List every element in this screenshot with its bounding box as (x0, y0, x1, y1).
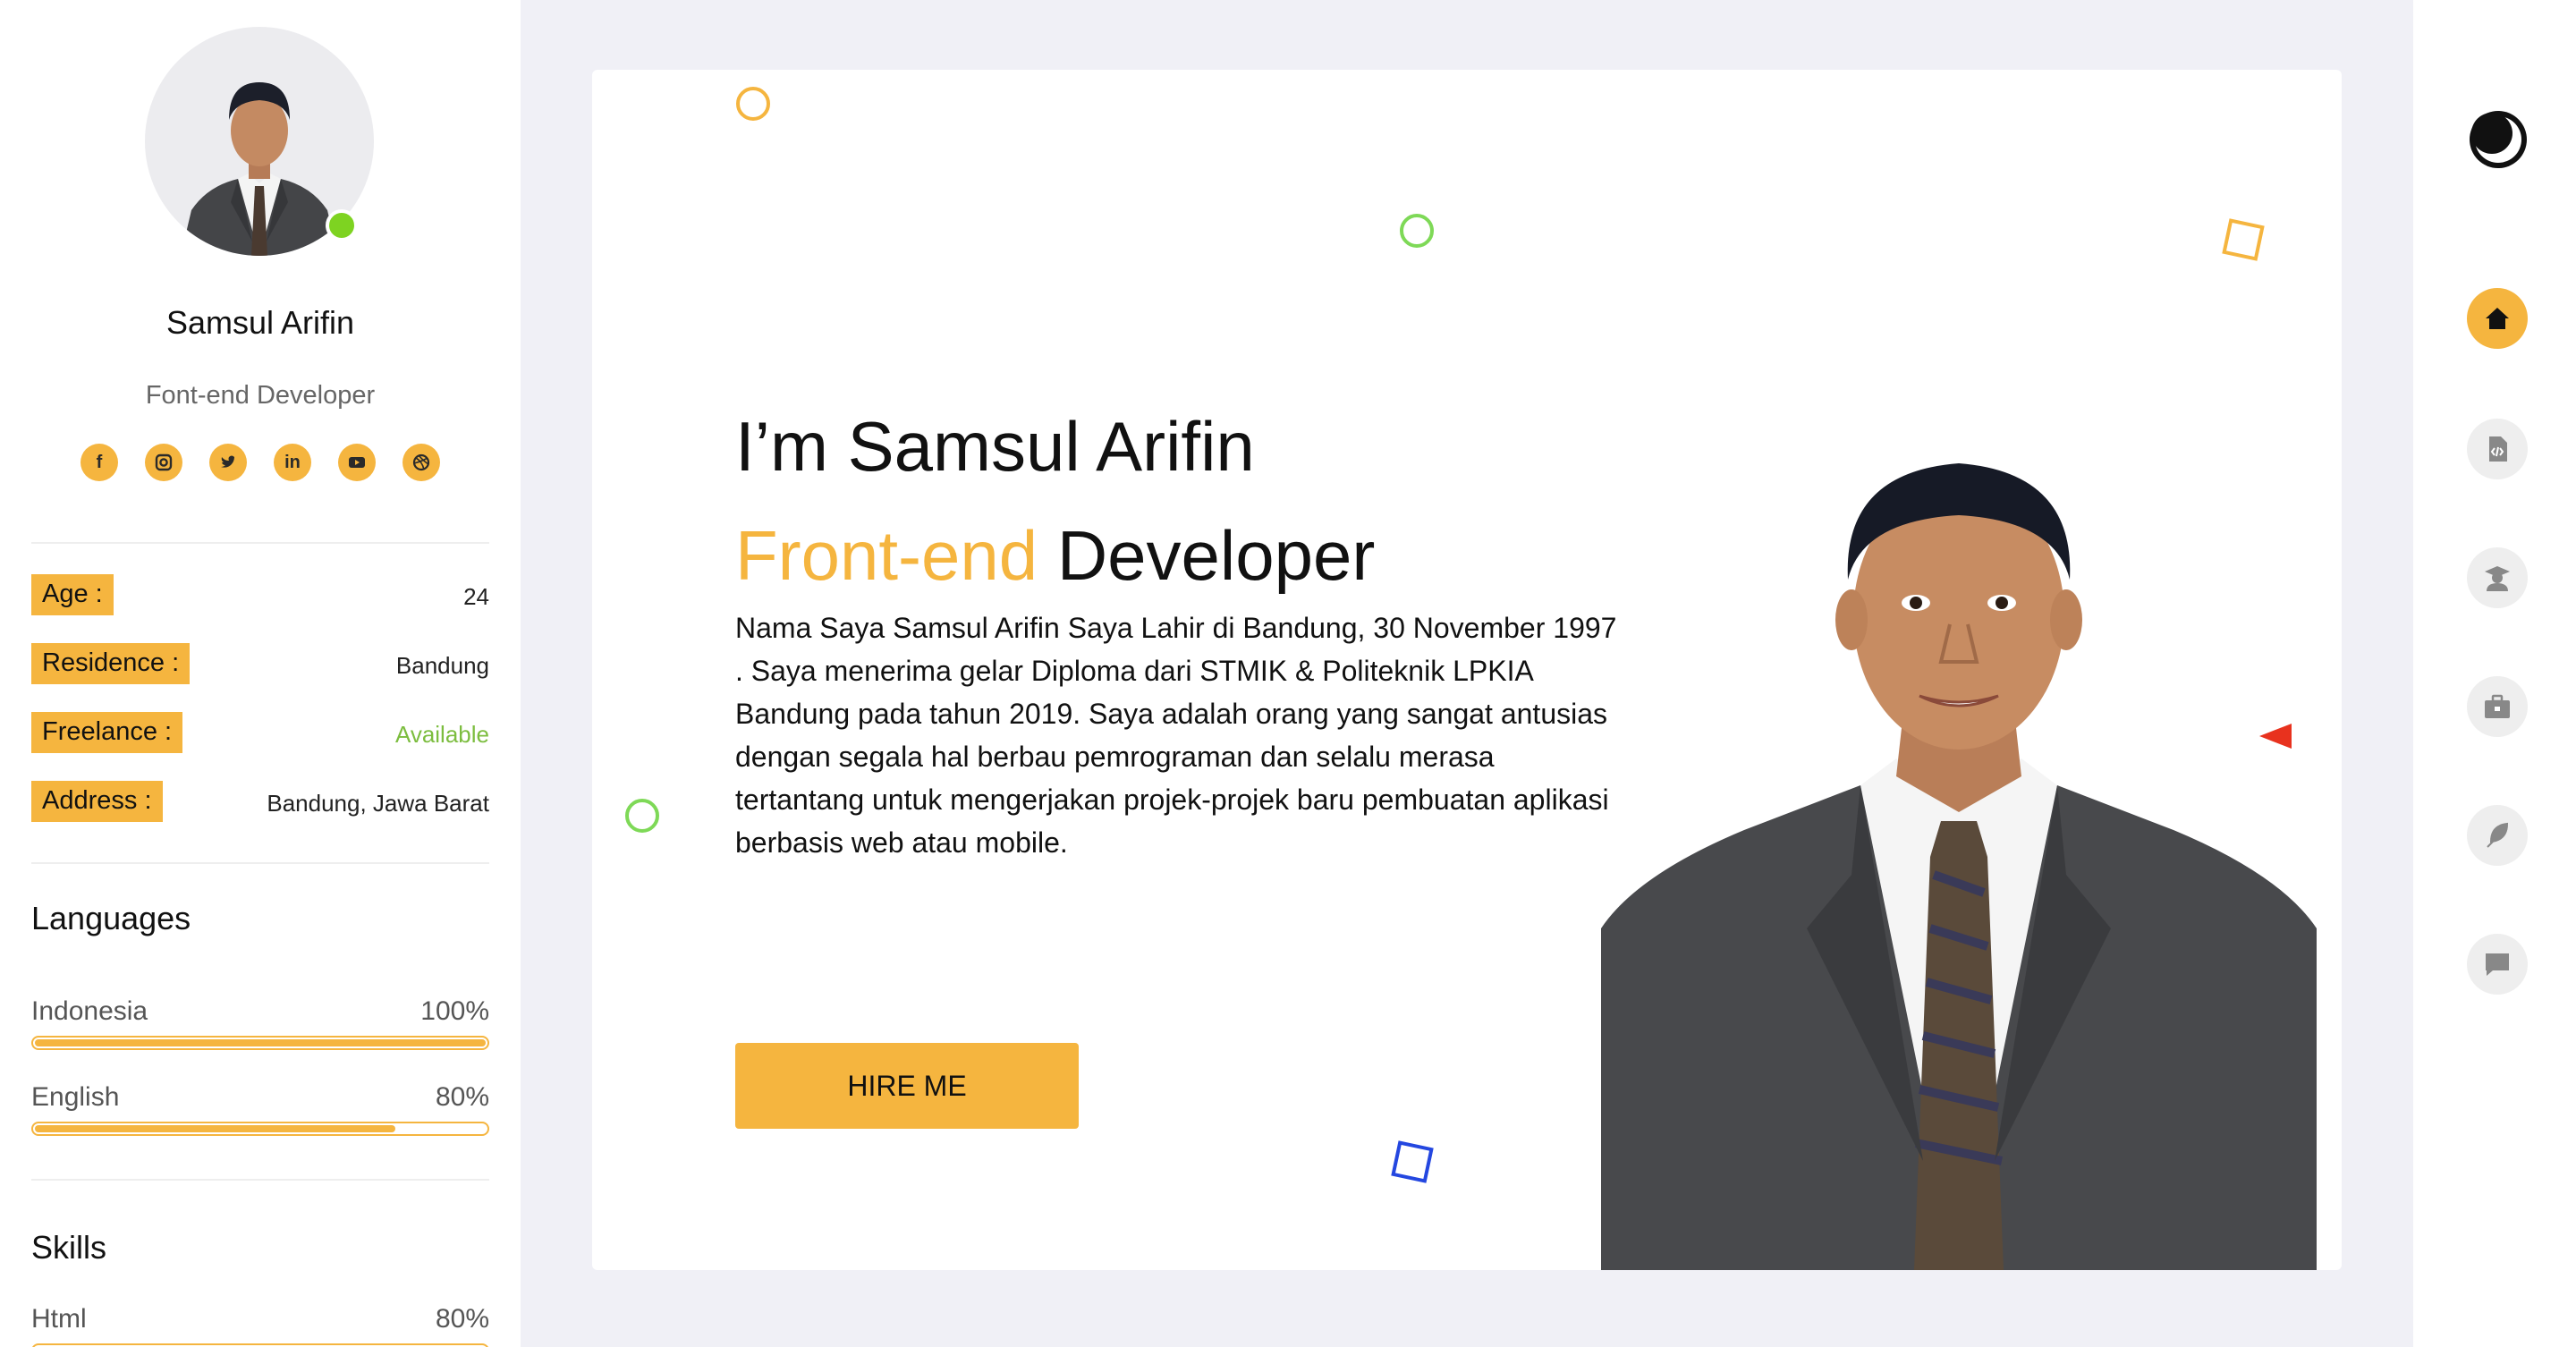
nav-blog-button[interactable] (2467, 805, 2528, 866)
hero-subtitle-accent: Front-end (735, 516, 1038, 595)
language-percent: 80% (435, 1082, 489, 1112)
side-navigation (2413, 0, 2576, 1347)
decor-circle-green (1400, 214, 1434, 248)
info-label: Address : (31, 781, 163, 822)
info-label: Age : (31, 574, 114, 615)
home-icon (2486, 308, 2509, 329)
hero-title: I’m Samsul Arifin (735, 407, 1255, 486)
nav-experience-button[interactable] (2467, 676, 2528, 737)
dribbble-icon[interactable] (402, 444, 440, 481)
avatar-container (145, 27, 374, 256)
profile-role: Font-end Developer (145, 381, 376, 410)
language-bar-track (31, 1036, 489, 1050)
language-name: English (31, 1082, 120, 1112)
skill-bar-track (31, 1343, 489, 1347)
social-links: f in (80, 444, 440, 481)
info-label: Residence : (31, 643, 191, 684)
info-row-address: Address : Bandung, Jawa Barat (31, 781, 489, 822)
skill-percent: 80% (435, 1304, 489, 1334)
briefcase-icon (2485, 694, 2510, 718)
skills-title: Skills (31, 1229, 107, 1266)
info-value: 24 (463, 583, 489, 610)
hero-description: Nama Saya Samsul Arifin Saya Lahir di Ba… (735, 612, 1617, 859)
info-value: Available (394, 721, 489, 748)
chat-icon (2486, 953, 2509, 976)
decor-square-orange (2222, 218, 2265, 261)
twitter-icon[interactable] (209, 444, 247, 481)
feather-icon (2487, 822, 2509, 848)
hero-subtitle-rest: Developer (1038, 516, 1376, 595)
info-label: Freelance : (31, 712, 183, 753)
info-value: Bandung (395, 652, 489, 679)
decor-circle-orange (736, 87, 770, 121)
instagram-icon[interactable] (145, 444, 182, 481)
language-bar-track (31, 1122, 489, 1136)
language-name: Indonesia (31, 996, 148, 1026)
decor-circle-green-2 (625, 799, 659, 833)
linkedin-icon[interactable]: in (274, 444, 311, 481)
info-row-residence: Residence : Bandung (31, 643, 489, 684)
nav-home-button[interactable] (2467, 288, 2528, 349)
language-bar-fill (35, 1039, 486, 1046)
language-percent: 100% (420, 996, 489, 1026)
graduate-icon (2485, 566, 2510, 591)
hero-subtitle: Front-end Developer (735, 515, 1375, 597)
nav-contact-button[interactable] (2467, 934, 2528, 995)
hire-me-button[interactable]: HIRE ME (735, 1043, 1079, 1129)
language-bar-fill (35, 1125, 396, 1132)
youtube-icon[interactable] (338, 444, 376, 481)
profile-sidebar: Samsul Arifin Font-end Developer f in Ag… (0, 0, 521, 1347)
languages-title: Languages (31, 900, 191, 936)
divider (31, 862, 489, 864)
info-row-age: Age : 24 (31, 574, 489, 615)
info-row-freelance: Freelance : Available (31, 712, 489, 753)
online-status-dot (326, 209, 358, 241)
nav-portfolio-button[interactable] (2467, 419, 2528, 479)
info-value: Bandung, Jawa Barat (267, 790, 489, 817)
profile-name: Samsul Arifin (165, 304, 355, 341)
hero-photo (1601, 463, 2317, 1270)
nav-education-button[interactable] (2467, 547, 2528, 608)
divider (31, 1179, 489, 1181)
code-file-icon (2489, 436, 2507, 462)
skill-name: Html (31, 1304, 87, 1334)
divider (31, 542, 489, 544)
facebook-icon[interactable]: f (80, 444, 118, 481)
moon-icon[interactable] (2466, 107, 2530, 172)
hero-card: I’m Samsul Arifin Front-end Developer Na… (592, 70, 2342, 1270)
decor-square-blue (1391, 1140, 1434, 1183)
